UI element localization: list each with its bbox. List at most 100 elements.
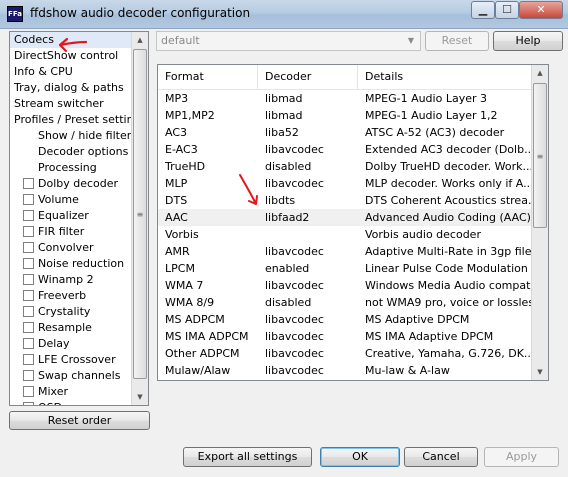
table-row[interactable]: AAC libfaad2 Advanced Audio Coding (AAC)	[158, 209, 532, 226]
column-header-decoder[interactable]: Decoder	[258, 65, 358, 89]
settings-page-list[interactable]: Codecs DirectShow control Info & CPU Tray, …	[9, 31, 149, 406]
decoder-cell[interactable]: libavcodec	[258, 362, 358, 379]
ok-button[interactable]: OK	[320, 447, 400, 467]
codecs-table[interactable]: Format Decoder Details MP3 libmad MPEG-1 A…	[157, 64, 549, 381]
decoder-cell[interactable]: libavcodec	[258, 243, 358, 260]
sidebar-item[interactable]: Tray, dialog & paths	[10, 80, 135, 96]
table-row[interactable]: MS IMA ADPCM libavcodec MS IMA Adaptive DP…	[158, 328, 532, 345]
close-button[interactable]: ✕	[519, 1, 563, 19]
sidebar-item[interactable]: Profiles / Preset settings	[10, 112, 146, 128]
table-row[interactable]: TrueHD disabled Dolby TrueHD decoder. Work…	[158, 158, 532, 175]
column-header-details[interactable]: Details	[358, 65, 532, 89]
sidebar-item-label: Freeverb	[38, 289, 87, 302]
export-all-settings-button[interactable]: Export all settings	[183, 447, 312, 467]
sidebar-item[interactable]: Show / hide filters	[10, 128, 137, 144]
decoder-cell[interactable]: libavcodec	[258, 277, 358, 294]
sidebar-item[interactable]: Resample	[10, 320, 135, 336]
decoder-cell[interactable]: libavcodec	[258, 328, 358, 345]
scroll-down-arrow-icon[interactable]: ▼	[132, 389, 148, 405]
details-cell: MS Adaptive DPCM	[365, 313, 470, 326]
sidebar-item[interactable]: Swap channels	[10, 368, 135, 384]
filter-enable-checkbox[interactable]	[23, 178, 34, 189]
table-row[interactable]: E-AC3 libavcodec Extended AC3 decoder (Dol…	[158, 141, 532, 158]
decoder-cell[interactable]: libavcodec	[258, 175, 358, 192]
decoder-cell[interactable]: libmad	[258, 90, 358, 107]
sidebar-item[interactable]: Convolver	[10, 240, 135, 256]
settings-list-scrollbar[interactable]: ▲ ≡ ▼	[131, 32, 148, 405]
table-row[interactable]: MLP libavcodec MLP decoder. Works only if …	[158, 175, 532, 192]
table-row[interactable]: MP1,MP2 libmad MPEG-1 Audio Layer 1,2	[158, 107, 532, 124]
table-row[interactable]: Mulaw/Alaw libavcodec Mu-law & A-law	[158, 362, 532, 379]
decoder-cell[interactable]: libavcodec	[258, 345, 358, 362]
maximize-button[interactable]: ☐	[495, 1, 519, 19]
decoder-cell[interactable]: libavcodec	[258, 141, 358, 158]
sidebar-item[interactable]: LFE Crossover	[10, 352, 135, 368]
sidebar-item[interactable]: Volume	[10, 192, 135, 208]
scroll-up-arrow-icon[interactable]: ▲	[132, 32, 148, 48]
filter-enable-checkbox[interactable]	[23, 226, 34, 237]
sidebar-item[interactable]: Winamp 2	[10, 272, 135, 288]
decoder-cell[interactable]: liba52	[258, 124, 358, 141]
table-row[interactable]: DTS libdts DTS Coherent Acoustics strea...	[158, 192, 532, 209]
column-header-format[interactable]: Format	[158, 65, 258, 89]
sidebar-item[interactable]: Equalizer	[10, 208, 135, 224]
reset-preset-button[interactable]: Reset	[425, 31, 489, 51]
preset-select[interactable]: default ▼	[156, 31, 421, 51]
table-row[interactable]: MP3 libmad MPEG-1 Audio Layer 3	[158, 90, 532, 107]
sidebar-item[interactable]: Decoder options	[10, 144, 135, 160]
decoder-cell[interactable]: libavcodec	[258, 311, 358, 328]
apply-button[interactable]: Apply	[484, 447, 559, 467]
sidebar-item-label: Stream switcher	[14, 97, 104, 110]
filter-enable-checkbox[interactable]	[23, 194, 34, 205]
table-row[interactable]: MS ADPCM libavcodec MS Adaptive DPCM	[158, 311, 532, 328]
scroll-down-arrow-icon[interactable]: ▼	[532, 364, 548, 380]
sidebar-item[interactable]: Delay	[10, 336, 135, 352]
sidebar-item[interactable]: Crystality	[10, 304, 135, 320]
sidebar-item[interactable]: Freeverb	[10, 288, 135, 304]
filter-enable-checkbox[interactable]	[23, 290, 34, 301]
filter-enable-checkbox[interactable]	[23, 354, 34, 365]
table-row[interactable]: WMA 8/9 disabled not WMA9 pro, voice or lo…	[158, 294, 532, 311]
sidebar-item[interactable]: Stream switcher	[10, 96, 135, 112]
filter-enable-checkbox[interactable]	[23, 386, 34, 397]
table-row[interactable]: Vorbis Vorbis audio decoder	[158, 226, 532, 243]
sidebar-item[interactable]: FIR filter	[10, 224, 135, 240]
decoder-cell[interactable]: disabled	[258, 294, 358, 311]
minimize-button[interactable]: ▁	[471, 1, 495, 19]
decoder-cell[interactable]: disabled	[258, 158, 358, 175]
sidebar-item[interactable]: Noise reduction	[10, 256, 135, 272]
table-row[interactable]: AMR libavcodec Adaptive Multi-Rate in 3gp …	[158, 243, 532, 260]
filter-enable-checkbox[interactable]	[23, 402, 34, 405]
filter-enable-checkbox[interactable]	[23, 274, 34, 285]
table-scrollbar[interactable]: ▲ ≡ ▼	[531, 65, 548, 380]
table-row[interactable]: LPCM enabled Linear Pulse Code Modulation	[158, 260, 532, 277]
filter-enable-checkbox[interactable]	[23, 338, 34, 349]
format-cell: E-AC3	[165, 143, 198, 156]
decoder-cell[interactable]: libdts	[258, 192, 358, 209]
title-bar[interactable]: FFa ffdshow audio decoder configuration …	[0, 0, 568, 29]
sidebar-item[interactable]: Dolby decoder	[10, 176, 135, 192]
cancel-button[interactable]: Cancel	[404, 447, 478, 467]
help-button[interactable]: Help	[493, 31, 563, 51]
sidebar-item[interactable]: Processing	[10, 160, 135, 176]
format-cell: Other ADPCM	[165, 347, 240, 360]
decoder-cell[interactable]: libfaad2	[258, 209, 358, 226]
table-row[interactable]: WMA 7 libavcodec Windows Media Audio compa…	[158, 277, 532, 294]
filter-enable-checkbox[interactable]	[23, 322, 34, 333]
sidebar-item[interactable]: OSD	[10, 400, 135, 405]
decoder-cell[interactable]: enabled	[258, 260, 358, 277]
filter-enable-checkbox[interactable]	[23, 210, 34, 221]
filter-enable-checkbox[interactable]	[23, 258, 34, 269]
scroll-thumb[interactable]: ≡	[533, 83, 547, 228]
sidebar-item[interactable]: Mixer	[10, 384, 135, 400]
filter-enable-checkbox[interactable]	[23, 242, 34, 253]
filter-enable-checkbox[interactable]	[23, 306, 34, 317]
sidebar-item[interactable]: Info & CPU	[10, 64, 135, 80]
decoder-cell[interactable]: libmad	[258, 107, 358, 124]
scroll-thumb[interactable]: ≡	[133, 49, 147, 379]
table-row[interactable]: Other ADPCM libavcodec Creative, Yamaha, G…	[158, 345, 532, 362]
table-row[interactable]: AC3 liba52 ATSC A-52 (AC3) decoder	[158, 124, 532, 141]
reset-order-button[interactable]: Reset order	[9, 411, 150, 430]
filter-enable-checkbox[interactable]	[23, 370, 34, 381]
scroll-up-arrow-icon[interactable]: ▲	[532, 65, 548, 81]
